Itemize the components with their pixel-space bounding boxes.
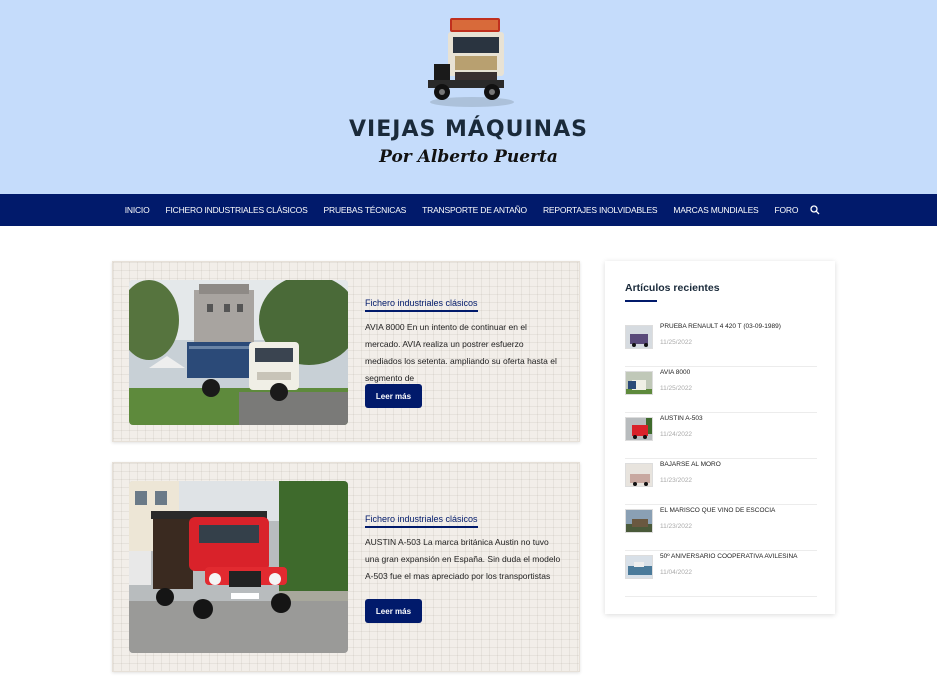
article-date: 11/24/2022 — [660, 431, 693, 438]
article-thumbnail[interactable] — [625, 555, 653, 579]
article-date: 11/04/2022 — [660, 569, 693, 576]
post-category[interactable]: Fichero industriales clásicos — [365, 514, 478, 528]
site-header: VIEJAS MÁQUINAS Por Alberto Puerta — [0, 0, 937, 194]
widget-title: Artículos recientes — [625, 282, 720, 294]
post-excerpt: AVIA 8000 En un intento de continuar en … — [365, 322, 557, 383]
nav-item-marcas[interactable]: MARCAS MUNDIALES — [665, 205, 766, 215]
nav-item-transporte[interactable]: TRANSPORTE DE ANTAÑO — [414, 205, 535, 215]
search-icon[interactable] — [810, 205, 820, 215]
recent-article-item[interactable]: AVIA 8000 11/25/2022 — [625, 367, 817, 413]
article-thumbnail[interactable] — [625, 371, 653, 395]
widget-title-underline — [625, 300, 657, 302]
post-excerpt: AUSTIN A-503 La marca británica Austin n… — [365, 537, 561, 581]
site-subtitle: Por Alberto Puerta — [379, 147, 558, 167]
post-card: Fichero industriales clásicos AVIA 8000 … — [112, 261, 580, 442]
recent-article-item[interactable]: 50º ANIVERSARIO COOPERATIVA AVILESINA 11… — [625, 551, 817, 597]
read-more-button[interactable]: Leer más — [365, 599, 422, 623]
main-nav: INICIO FICHERO INDUSTRIALES CLÁSICOS PRU… — [0, 194, 937, 226]
article-title[interactable]: BAJARSE AL MORO — [660, 461, 721, 468]
red-austin-truck-photo[interactable] — [129, 481, 348, 653]
post-thumbnail[interactable] — [129, 481, 348, 653]
nav-item-fichero[interactable]: FICHERO INDUSTRIALES CLÁSICOS — [158, 205, 316, 215]
article-date: 11/25/2022 — [660, 339, 693, 346]
recent-article-item[interactable]: PRUEBA RENAULT 4 420 T (03-09-1989) 11/2… — [625, 321, 817, 367]
recent-articles-widget: Artículos recientes PRUEBA RENAULT 4 420… — [605, 261, 835, 614]
article-title[interactable]: AVIA 8000 — [660, 369, 690, 376]
read-more-button[interactable]: Leer más — [365, 384, 422, 408]
nav-item-inicio[interactable]: INICIO — [117, 205, 158, 215]
nav-item-foro[interactable]: FORO — [767, 205, 807, 215]
article-title[interactable]: PRUEBA RENAULT 4 420 T (03-09-1989) — [660, 323, 781, 330]
post-card: Fichero industriales clásicos AUSTIN A-5… — [112, 462, 580, 672]
article-date: 11/23/2022 — [660, 477, 693, 484]
article-title[interactable]: EL MARISCO QUE VINO DE ESCOCIA — [660, 507, 775, 514]
article-thumbnail[interactable] — [625, 463, 653, 487]
post-category[interactable]: Fichero industriales clásicos — [365, 298, 478, 312]
nav-item-pruebas[interactable]: PRUEBAS TÉCNICAS — [316, 205, 415, 215]
vintage-truck-logo[interactable] — [420, 14, 518, 110]
article-title[interactable]: AUSTIN A-503 — [660, 415, 703, 422]
article-date: 11/23/2022 — [660, 523, 693, 530]
recent-article-item[interactable]: AUSTIN A-503 11/24/2022 — [625, 413, 817, 459]
recent-article-item[interactable]: EL MARISCO QUE VINO DE ESCOCIA 11/23/202… — [625, 505, 817, 551]
article-thumbnail[interactable] — [625, 325, 653, 349]
post-thumbnail[interactable] — [129, 280, 348, 425]
recent-article-item[interactable]: BAJARSE AL MORO 11/23/2022 — [625, 459, 817, 505]
nav-item-reportajes[interactable]: REPORTAJES INOLVIDABLES — [535, 205, 665, 215]
white-avia-truck-photo[interactable] — [129, 280, 348, 425]
article-thumbnail[interactable] — [625, 417, 653, 441]
article-title[interactable]: 50º ANIVERSARIO COOPERATIVA AVILESINA — [660, 553, 797, 560]
site-title[interactable]: VIEJAS MÁQUINAS — [0, 117, 937, 142]
article-date: 11/25/2022 — [660, 385, 693, 392]
article-thumbnail[interactable] — [625, 509, 653, 533]
